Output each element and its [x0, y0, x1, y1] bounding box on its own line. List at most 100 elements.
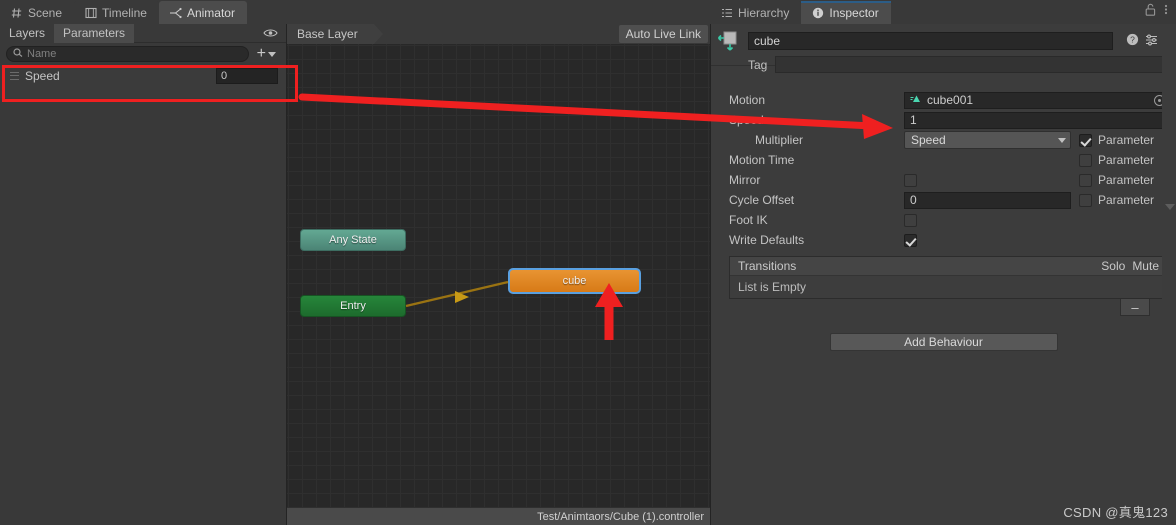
remove-transition-button[interactable]: – — [1120, 299, 1150, 316]
cycle-offset-parameter-toggle[interactable]: Parameter — [1079, 193, 1154, 207]
animator-graph-panel[interactable]: Base Layer Auto Live Link Any State Entr… — [287, 24, 710, 525]
cycle-offset-input[interactable]: 0 — [904, 191, 1071, 209]
left-dock-tabbar: Scene Timeline Animator — [0, 0, 710, 24]
layers-tab[interactable]: Layers — [0, 23, 55, 43]
film-icon — [84, 6, 97, 19]
parameter-row-speed[interactable]: Speed 0 — [0, 65, 286, 86]
motion-time-parameter-toggle[interactable]: Parameter — [1079, 153, 1154, 167]
transitions-mute-header: Mute — [1132, 259, 1159, 273]
transitions-list: Transitions Solo Mute List is Empty — [729, 256, 1168, 299]
mirror-checkbox[interactable] — [904, 173, 917, 187]
info-icon — [811, 6, 824, 19]
tab-animator-label: Animator — [186, 5, 235, 20]
search-placeholder: Name — [27, 48, 57, 60]
parameter-value-input[interactable]: 0 — [216, 67, 278, 84]
transitions-empty-row: List is Empty — [730, 276, 1167, 298]
tab-hierarchy[interactable]: Hierarchy — [710, 1, 802, 24]
node-entry[interactable]: Entry — [300, 295, 406, 317]
watermark: CSDN @真鬼123 — [1063, 505, 1168, 520]
property-row-motion: Motion cube001 — [711, 90, 1176, 110]
graph-canvas[interactable]: Any State Entry cube — [287, 44, 710, 525]
tab-animator[interactable]: Animator — [158, 1, 247, 24]
property-row-write-defaults: Write Defaults — [711, 230, 1176, 250]
tab-timeline[interactable]: Timeline — [74, 1, 159, 24]
transitions-empty-label: List is Empty — [738, 280, 807, 294]
cycle-offset-parameter-label: Parameter — [1098, 193, 1155, 207]
parameters-tab[interactable]: Parameters — [54, 23, 135, 43]
node-cube-label: cube — [562, 275, 587, 287]
motion-label: Motion — [729, 93, 766, 107]
parameter-list-empty-area — [0, 86, 286, 98]
scroll-marker-icon — [1165, 204, 1175, 210]
tag-field[interactable] — [775, 56, 1166, 73]
tab-scene-label: Scene — [28, 5, 63, 20]
multiplier-dropdown[interactable]: Speed — [904, 131, 1071, 149]
motion-value: cube001 — [927, 93, 974, 107]
node-cube[interactable]: cube — [508, 268, 641, 294]
speed-input[interactable]: 1 — [904, 111, 1171, 129]
inspector-scrollbar[interactable] — [1162, 24, 1176, 525]
tab-scene[interactable]: Scene — [0, 1, 75, 24]
right-dock-tabbar: Hierarchy Inspector — [710, 0, 1176, 24]
mirror-label: Mirror — [729, 173, 761, 187]
help-icon[interactable]: ? — [1126, 33, 1139, 49]
list-icon — [720, 6, 733, 19]
inspector-header-icons: ? — [1120, 33, 1168, 49]
transitions-title: Transitions — [738, 259, 797, 273]
layers-parameters-tabbar: Layers Parameters — [0, 23, 286, 43]
foot-ik-checkbox[interactable] — [904, 213, 917, 227]
animation-clip-icon — [910, 93, 923, 107]
motion-time-parameter-checkbox[interactable] — [1079, 153, 1092, 167]
inspector-header: cube ? Tag — [711, 24, 1176, 73]
tag-row: Tag — [717, 56, 1168, 73]
preset-icon[interactable] — [1145, 33, 1158, 49]
mirror-parameter-label: Parameter — [1098, 173, 1155, 187]
property-row-cycle-offset: Cycle Offset 0 Parameter — [711, 190, 1176, 210]
add-behaviour-button[interactable]: Add Behaviour — [829, 333, 1058, 351]
unity-editor-window: Scene Timeline Animator Hierarchy Inspec… — [0, 0, 1176, 525]
mirror-parameter-checkbox[interactable] — [1079, 173, 1092, 187]
mirror-parameter-toggle[interactable]: Parameter — [1079, 173, 1154, 187]
chevron-down-icon — [1058, 137, 1066, 143]
breadcrumb-base-layer[interactable]: Base Layer — [287, 24, 383, 44]
eye-icon[interactable] — [263, 28, 278, 38]
motion-time-parameter-label: Parameter — [1098, 153, 1155, 167]
property-row-foot-ik: Foot IK — [711, 210, 1176, 230]
motion-time-label: Motion Time — [729, 153, 795, 167]
auto-live-link-button[interactable]: Auto Live Link — [618, 25, 708, 43]
node-entry-label: Entry — [340, 300, 366, 312]
multiplier-value: Speed — [911, 133, 946, 147]
transitions-header: Transitions Solo Mute — [730, 257, 1167, 276]
tab-inspector[interactable]: Inspector — [801, 1, 892, 24]
property-row-mirror: Mirror Parameter — [711, 170, 1176, 190]
plus-icon: + — [256, 45, 266, 62]
add-parameter-button[interactable]: + — [253, 45, 280, 62]
motion-object-field[interactable]: cube001 — [904, 91, 1171, 109]
cycle-offset-parameter-checkbox[interactable] — [1079, 193, 1092, 207]
node-any-state[interactable]: Any State — [300, 229, 406, 251]
graph-status-bar: Test/Animtaors/Cube (1).controller — [287, 508, 710, 525]
property-row-speed: Speed 1 — [711, 110, 1176, 130]
parameter-search-row: Name + — [0, 43, 286, 65]
graph-toolbar: Base Layer Auto Live Link — [287, 24, 710, 44]
controller-path-label: Test/Animtaors/Cube (1).controller — [537, 510, 704, 523]
write-defaults-checkbox[interactable] — [904, 233, 917, 247]
animator-parameters-panel: Layers Parameters Name + Speed 0 — [0, 23, 287, 525]
object-name-row: cube ? — [717, 29, 1168, 53]
multiplier-parameter-toggle[interactable]: Parameter — [1079, 133, 1154, 147]
multiplier-parameter-checkbox[interactable] — [1079, 133, 1092, 147]
motion-time-spacer — [904, 151, 1071, 169]
object-name-field[interactable]: cube — [748, 32, 1113, 50]
node-any-state-label: Any State — [329, 234, 377, 246]
animator-state-icon — [717, 29, 741, 53]
drag-handle-icon[interactable] — [10, 71, 19, 80]
search-input[interactable]: Name — [6, 46, 249, 62]
transitions-solo-header: Solo — [1101, 259, 1126, 273]
lock-icon[interactable] — [1145, 3, 1156, 19]
inspector-panel: cube ? Tag Motion cube001 Speed 1 Multip… — [710, 24, 1176, 525]
transitions-footer: – — [711, 299, 1176, 316]
kebab-menu-icon[interactable] — [1164, 3, 1168, 19]
foot-ik-label: Foot IK — [729, 213, 768, 227]
state-properties: Motion cube001 Speed 1 Multiplier Speed … — [711, 90, 1176, 525]
parameter-list-background — [0, 98, 286, 525]
